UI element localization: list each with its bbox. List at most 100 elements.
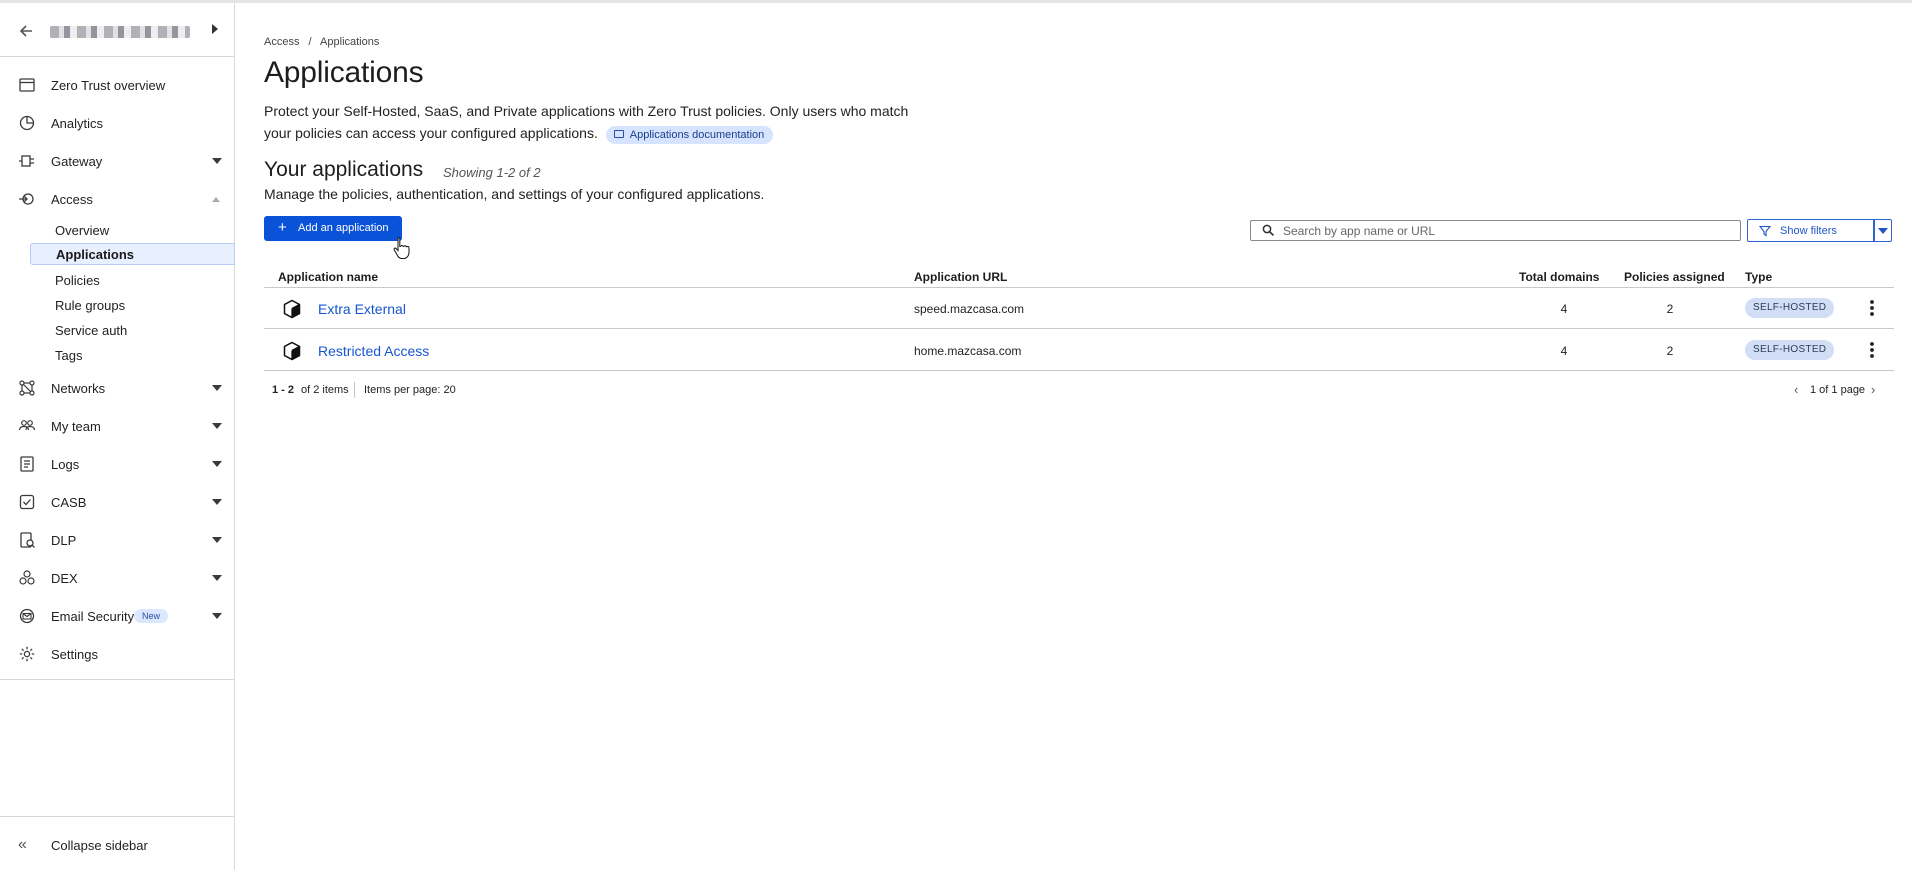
sidebar-item-networks[interactable]: Networks xyxy=(0,372,234,404)
sidebar-item-logs[interactable]: Logs xyxy=(0,448,234,480)
page-title: Applications xyxy=(264,56,424,89)
application-name-link[interactable]: Restricted Access xyxy=(318,343,429,359)
sidebar-item-my-team[interactable]: My team xyxy=(0,410,234,442)
sidebar-item-casb[interactable]: CASB xyxy=(0,486,234,518)
logs-icon xyxy=(20,456,34,472)
doc-link-label: Applications documentation xyxy=(629,129,765,141)
show-filters-label: Show filters xyxy=(1780,225,1837,237)
sidebar-item-dlp[interactable]: DLP xyxy=(0,524,234,556)
book-icon xyxy=(613,130,624,138)
sidebar-item-label: Logs xyxy=(51,456,80,472)
section-title: Your applications xyxy=(264,158,424,181)
applications-documentation-link[interactable]: Applications documentation xyxy=(605,126,774,144)
main-content: Access / Applications Applications Prote… xyxy=(264,0,1894,870)
collapse-sidebar-label: Collapse sidebar xyxy=(51,837,148,853)
sidebar-item-zero-trust-overview[interactable]: Zero Trust overview xyxy=(0,69,234,101)
pie-chart-icon xyxy=(19,115,35,131)
chevron-down-icon xyxy=(212,575,222,581)
sidebar-divider xyxy=(0,56,234,57)
users-icon xyxy=(18,420,36,431)
sidebar-item-access[interactable]: Access xyxy=(0,183,234,215)
casb-icon xyxy=(19,494,35,510)
sidebar-item-settings[interactable]: Settings xyxy=(0,638,234,670)
column-header-url[interactable]: Application URL xyxy=(914,270,1007,284)
sidebar-subitem-label: Policies xyxy=(55,272,100,288)
gear-icon xyxy=(19,646,35,662)
application-name-link[interactable]: Extra External xyxy=(318,301,406,317)
sidebar-item-label: Email Security xyxy=(51,608,135,624)
search-input[interactable] xyxy=(1283,223,1723,238)
chevron-right-icon[interactable]: › xyxy=(1871,382,1875,397)
sidebar-subitem-service-auth[interactable]: Service auth xyxy=(36,319,234,341)
pagination-divider xyxy=(354,382,355,398)
sidebar-subitem-policies[interactable]: Policies xyxy=(36,269,234,291)
sidebar-item-label: Networks xyxy=(51,380,106,396)
policies-assigned: 2 xyxy=(1666,344,1674,358)
chevron-down-icon xyxy=(212,385,222,391)
sidebar-item-gateway[interactable]: Gateway xyxy=(0,145,234,177)
policies-assigned: 2 xyxy=(1666,302,1674,316)
page-info: 1 of 1 page xyxy=(1810,384,1866,396)
sidebar-subitem-label: Service auth xyxy=(55,322,128,338)
back-arrow-icon[interactable] xyxy=(16,21,36,41)
sidebar-item-dex[interactable]: DEX xyxy=(0,562,234,594)
sidebar-subitem-label: Applications xyxy=(56,246,135,262)
sidebar-subitem-rule-groups[interactable]: Rule groups xyxy=(36,294,234,316)
breadcrumb: Access / Applications xyxy=(264,36,385,48)
plus-icon: + xyxy=(278,219,287,236)
column-header-name[interactable]: Application name xyxy=(278,270,378,284)
chevron-down-icon xyxy=(212,461,222,467)
type-badge: SELF-HOSTED xyxy=(1745,298,1835,318)
sidebar-item-analytics[interactable]: Analytics xyxy=(0,107,234,139)
sidebar-item-email-security[interactable]: Email Security New xyxy=(0,600,234,632)
chevron-down-icon xyxy=(212,423,222,429)
dlp-icon xyxy=(20,532,35,548)
chevron-up-icon xyxy=(212,196,220,202)
filters-dropdown-toggle[interactable] xyxy=(1873,219,1892,242)
chevron-down-icon xyxy=(212,537,222,543)
sidebar-item-label: Analytics xyxy=(51,115,104,131)
gateway-icon xyxy=(19,155,34,167)
column-header-type[interactable]: Type xyxy=(1745,270,1772,284)
breadcrumb-access-link[interactable]: Access xyxy=(264,36,299,48)
sidebar-subitem-label: Tags xyxy=(55,347,83,363)
network-icon xyxy=(19,380,35,396)
sidebar-item-label: My team xyxy=(51,418,101,434)
chevron-left-icon[interactable]: ‹ xyxy=(1794,382,1798,397)
sidebar: Zero Trust overview Analytics Gateway Ac… xyxy=(0,3,235,870)
table-row[interactable]: Restricted Access home.mazcasa.com 4 2 S… xyxy=(264,330,1894,371)
sidebar-item-label: DEX xyxy=(51,570,78,586)
search-field[interactable] xyxy=(1250,220,1741,241)
chevron-down-icon xyxy=(212,499,222,505)
sidebar-subitem-overview[interactable]: Overview xyxy=(36,219,234,241)
showing-count: Showing 1-2 of 2 xyxy=(443,165,541,180)
application-cube-icon xyxy=(283,341,301,361)
dex-icon xyxy=(19,570,35,585)
items-per-page-select[interactable]: Items per page: 20 xyxy=(364,384,456,396)
column-header-domains[interactable]: Total domains xyxy=(1519,270,1599,284)
application-url: speed.mazcasa.com xyxy=(914,302,1025,316)
chevron-right-icon[interactable] xyxy=(212,24,218,34)
double-chevron-left-icon: « xyxy=(18,836,27,853)
sidebar-subitem-label: Overview xyxy=(55,222,110,238)
account-switcher[interactable] xyxy=(0,17,234,47)
page-description-text: Protect your Self-Hosted, SaaS, and Priv… xyxy=(264,103,909,141)
sidebar-subitem-label: Rule groups xyxy=(55,297,126,313)
chevron-down-icon xyxy=(212,613,222,619)
show-filters-button[interactable]: Show filters xyxy=(1747,219,1875,242)
column-header-policies[interactable]: Policies assigned xyxy=(1624,270,1725,284)
sidebar-item-label: DLP xyxy=(51,532,77,548)
collapse-sidebar-button[interactable]: « Collapse sidebar xyxy=(0,830,234,860)
more-options-icon[interactable] xyxy=(1862,298,1882,318)
breadcrumb-separator: / xyxy=(308,36,312,48)
breadcrumb-current: Applications xyxy=(320,36,380,48)
sidebar-subitem-applications[interactable]: Applications xyxy=(30,243,235,265)
more-options-icon[interactable] xyxy=(1862,340,1882,360)
filter-icon xyxy=(1759,225,1771,237)
add-application-button[interactable]: + Add an application xyxy=(264,216,402,241)
page-description: Protect your Self-Hosted, SaaS, and Priv… xyxy=(264,100,914,144)
sidebar-subitem-tags[interactable]: Tags xyxy=(36,344,234,366)
add-application-label: Add an application xyxy=(298,222,389,234)
table-row[interactable]: Extra External speed.mazcasa.com 4 2 SEL… xyxy=(264,288,1894,329)
chevron-down-icon xyxy=(1878,228,1888,234)
